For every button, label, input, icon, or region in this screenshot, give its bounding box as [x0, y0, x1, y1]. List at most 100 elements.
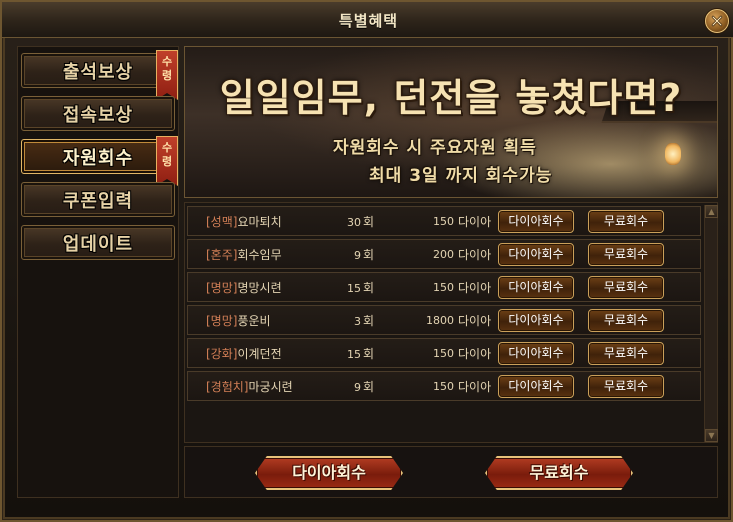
mission-category: [명망]: [206, 280, 238, 295]
diamond-cost: 150: [433, 280, 454, 294]
banner-subtitle-1: 자원회수 시 주요자원 획득: [333, 138, 537, 158]
special-benefits-window: 특별혜택 출석보상 수 령 접속보상 자원회수 수 령 쿠폰입력 업데이트 일일…: [0, 0, 733, 522]
currency-label: 다이아: [458, 247, 492, 262]
sidebar-item-login-reward[interactable]: 접속보상: [21, 96, 175, 131]
recovery-count: 15 회: [338, 345, 374, 362]
recovery-count: 30 회: [338, 213, 374, 230]
count-value: 30: [346, 215, 361, 229]
mission-category: [강화]: [206, 346, 238, 361]
count-unit: 회: [362, 247, 374, 262]
count-value: 3: [353, 314, 361, 328]
diamond-recover-button[interactable]: 다이아회수: [498, 242, 574, 266]
free-recover-button[interactable]: 무료회수: [588, 308, 664, 332]
diamond-cost: 1800: [426, 313, 454, 327]
free-recover-button[interactable]: 무료회수: [588, 242, 664, 266]
scroll-up-icon[interactable]: ▲: [705, 205, 718, 218]
currency-label: 다이아: [458, 313, 492, 328]
mission-title: 풍운비: [237, 313, 271, 328]
title-bar[interactable]: 특별혜택: [2, 2, 733, 38]
sidebar-item-label: 자원회수: [62, 147, 134, 169]
scroll-down-icon[interactable]: ▼: [705, 429, 718, 442]
list-item: [경험치]마궁시련 9회 150 다이아 다이아회수 무료회수: [187, 371, 701, 401]
free-recover-button[interactable]: 무료회수: [588, 275, 664, 299]
count-unit: 회: [362, 379, 374, 394]
banner-subtitle-2: 최대 3일 까지 회수가능: [369, 166, 553, 186]
event-banner: 일일임무, 던전을 놓쳤다면? 자원회수 시 주요자원 획득 최대 3일 까지 …: [184, 46, 718, 198]
mission-category: [성맥]: [206, 214, 238, 229]
count-unit: 회: [362, 280, 374, 295]
claim-badge: 수 령: [156, 50, 178, 100]
count-unit: 회: [362, 313, 374, 328]
mission-name: [강화]이계던전: [206, 345, 282, 362]
free-recover-all-button[interactable]: 무료회수: [485, 456, 633, 490]
mission-name: [명망]명망시련: [206, 279, 282, 296]
list-item: [성맥]요마퇴치 30 회 150 다이아 다이아회수 무료회수: [187, 206, 701, 236]
claim-badge: 수 령: [156, 136, 178, 186]
mission-category: [경험치]: [206, 379, 249, 394]
list-item: [강화]이계던전 15 회 150 다이아 다이아회수 무료회수: [187, 338, 701, 368]
currency-label: 다이아: [458, 280, 492, 295]
currency-label: 다이아: [458, 214, 492, 229]
claim-badge-char: 령: [161, 155, 173, 168]
free-recover-button[interactable]: 무료회수: [588, 341, 664, 365]
diamond-recover-button[interactable]: 다이아회수: [498, 374, 574, 398]
currency-label: 다이아: [458, 379, 492, 394]
banner-headline: 일일임무, 던전을 놓쳤다면?: [219, 76, 683, 120]
diamond-cost: 150: [433, 379, 454, 393]
diamond-cost: 200: [433, 247, 454, 261]
count-value: 15: [346, 347, 361, 361]
mission-category: [혼주]: [206, 247, 238, 262]
close-button[interactable]: [705, 9, 729, 33]
currency-label: 다이아: [458, 346, 492, 361]
diamond-recover-button[interactable]: 다이아회수: [498, 209, 574, 233]
free-recover-button[interactable]: 무료회수: [588, 374, 664, 398]
mission-name: [혼주]회수임무: [206, 246, 282, 263]
free-recover-button[interactable]: 무료회수: [588, 209, 664, 233]
claim-badge-char: 수: [161, 141, 173, 154]
diamond-cost: 150: [433, 346, 454, 360]
bulk-action-bar: 다이아회수 무료회수: [184, 446, 718, 498]
list-item: [명망]풍운비 3회 1800 다이아 다이아회수 무료회수: [187, 305, 701, 335]
sidebar-item-resource-recovery[interactable]: 자원회수 수 령: [21, 136, 178, 186]
sidebar-item-label: 쿠폰입력: [62, 190, 134, 212]
sidebar-menu: 출석보상 수 령 접속보상 자원회수 수 령 쿠폰입력 업데이트: [17, 46, 179, 498]
claim-badge-char: 수: [161, 55, 173, 68]
recovery-count: 15 회: [338, 279, 374, 296]
recovery-count: 9회: [338, 378, 374, 395]
count-unit: 회: [362, 346, 374, 361]
sidebar-item-coupon-input[interactable]: 쿠폰입력: [21, 182, 175, 217]
recovery-count: 3회: [338, 312, 374, 329]
mission-title: 회수임무: [237, 247, 282, 262]
sidebar-item-label: 업데이트: [62, 233, 134, 255]
sidebar-item-attendance-reward[interactable]: 출석보상 수 령: [21, 50, 178, 100]
list-item: [혼주]회수임무 9회 200 다이아 다이아회수 무료회수: [187, 239, 701, 269]
mission-name: [명망]풍운비: [206, 312, 271, 329]
diamond-recover-button[interactable]: 다이아회수: [498, 341, 574, 365]
mission-name: [성맥]요마퇴치: [206, 213, 282, 230]
diamond-recover-button[interactable]: 다이아회수: [498, 308, 574, 332]
mission-category: [명망]: [206, 313, 238, 328]
sidebar-item-label: 출석보상: [62, 61, 134, 83]
count-value: 9: [353, 380, 361, 394]
sidebar-item-update[interactable]: 업데이트: [21, 225, 175, 260]
mission-title: 요마퇴치: [237, 214, 282, 229]
window-title: 특별혜택: [338, 12, 399, 30]
list-item: [명망]명망시련 15 회 150 다이아 다이아회수 무료회수: [187, 272, 701, 302]
count-value: 9: [353, 248, 361, 262]
count-unit: 회: [362, 214, 374, 229]
mission-title: 마궁시련: [248, 379, 293, 394]
lantern-icon: [665, 143, 681, 165]
count-value: 15: [346, 281, 361, 295]
close-icon: [711, 15, 723, 27]
mission-title: 명망시련: [237, 280, 282, 295]
sidebar-item-label: 접속보상: [62, 104, 134, 126]
recovery-count: 9회: [338, 246, 374, 263]
claim-badge-char: 령: [161, 69, 173, 82]
diamond-cost: 150: [433, 214, 454, 228]
mission-title: 이계던전: [237, 346, 282, 361]
recovery-list: [성맥]요마퇴치 30 회 150 다이아 다이아회수 무료회수 [혼주]회수임무…: [184, 202, 718, 443]
list-scrollbar[interactable]: ▲ ▼: [704, 205, 718, 442]
mission-name: [경험치]마궁시련: [206, 378, 293, 395]
diamond-recover-all-button[interactable]: 다이아회수: [255, 456, 403, 490]
diamond-recover-button[interactable]: 다이아회수: [498, 275, 574, 299]
